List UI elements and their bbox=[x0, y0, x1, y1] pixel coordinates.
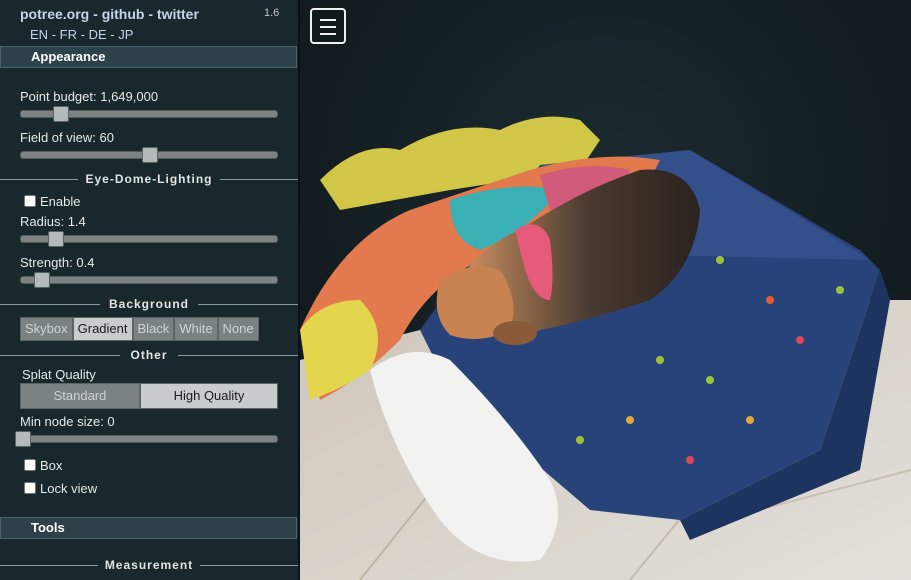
edl-radius-label: Radius: 1.4 bbox=[20, 214, 86, 229]
tools-section-header[interactable]: Tools bbox=[0, 517, 297, 539]
appearance-title: Appearance bbox=[31, 49, 106, 64]
lock-view-label: Lock view bbox=[40, 481, 98, 496]
menu-toggle-button[interactable] bbox=[310, 8, 346, 44]
field-of-view-slider[interactable] bbox=[20, 147, 278, 163]
background-button-group: Skybox Gradient Black White None bbox=[20, 317, 259, 341]
link-separator: - bbox=[148, 6, 154, 22]
link-separator: - bbox=[93, 6, 98, 22]
hamburger-menu-icon-bar bbox=[320, 26, 336, 28]
lang-separator: - bbox=[80, 27, 85, 42]
background-black-button[interactable]: Black bbox=[132, 317, 175, 341]
background-gradient-button[interactable]: Gradient bbox=[72, 317, 133, 341]
edl-strength-slider-handle[interactable] bbox=[34, 272, 50, 288]
sidebar: potree.org - github - twitter 1.6 EN - F… bbox=[0, 0, 300, 580]
point-cloud-viewer[interactable] bbox=[300, 0, 911, 580]
min-node-size-slider-handle[interactable] bbox=[15, 431, 31, 447]
background-white-button[interactable]: White bbox=[174, 317, 218, 341]
min-node-size-label: Min node size: 0 bbox=[20, 414, 115, 429]
point-budget-slider-handle[interactable] bbox=[53, 106, 69, 122]
other-divider: Other bbox=[0, 348, 298, 362]
version-label: 1.6 bbox=[264, 7, 280, 19]
edl-radius-slider[interactable] bbox=[20, 231, 278, 247]
hamburger-menu-icon-bar bbox=[320, 33, 336, 35]
language-links: EN - FR - DE - JP bbox=[30, 27, 133, 42]
field-of-view-slider-handle[interactable] bbox=[142, 147, 158, 163]
background-skybox-button[interactable]: Skybox bbox=[20, 317, 73, 341]
edl-radius-slider-handle[interactable] bbox=[48, 231, 64, 247]
measurement-divider: Measurement bbox=[0, 558, 298, 572]
measurement-title: Measurement bbox=[104, 558, 194, 572]
splat-quality-group: Standard High Quality bbox=[20, 383, 278, 409]
edl-title: Eye-Dome-Lighting bbox=[85, 172, 213, 186]
lang-de-link[interactable]: DE bbox=[89, 27, 107, 42]
edl-enable-label: Enable bbox=[40, 194, 81, 209]
lang-separator: - bbox=[110, 27, 115, 42]
point-budget-slider[interactable] bbox=[20, 106, 278, 122]
edl-strength-label: Strength: 0.4 bbox=[20, 255, 95, 270]
appearance-section-header[interactable]: Appearance bbox=[0, 46, 297, 68]
splat-standard-button[interactable]: Standard bbox=[20, 383, 140, 409]
background-divider: Background bbox=[0, 297, 298, 311]
other-title: Other bbox=[130, 348, 168, 362]
lang-jp-link[interactable]: JP bbox=[118, 27, 133, 42]
min-node-size-slider[interactable] bbox=[15, 431, 278, 447]
lock-view-checkbox[interactable] bbox=[24, 482, 36, 494]
hamburger-menu-icon bbox=[320, 19, 336, 21]
point-cloud-render[interactable] bbox=[300, 0, 911, 580]
edl-strength-slider[interactable] bbox=[20, 272, 278, 288]
header-links: potree.org - github - twitter bbox=[20, 6, 199, 22]
point-budget-label: Point budget: 1,649,000 bbox=[20, 89, 159, 104]
edl-divider: Eye-Dome-Lighting bbox=[0, 172, 298, 186]
background-title: Background bbox=[108, 297, 189, 311]
sidebar-header: potree.org - github - twitter 1.6 EN - F… bbox=[0, 0, 298, 44]
splat-high-quality-button[interactable]: High Quality bbox=[140, 383, 278, 409]
lang-separator: - bbox=[51, 27, 57, 42]
twitter-link[interactable]: twitter bbox=[157, 6, 199, 22]
box-checkbox[interactable] bbox=[24, 459, 36, 471]
background-none-button[interactable]: None bbox=[217, 317, 259, 341]
field-of-view-label: Field of view: 60 bbox=[20, 130, 114, 145]
potree-link[interactable]: potree.org bbox=[20, 6, 89, 22]
github-link[interactable]: github bbox=[102, 6, 145, 22]
edl-enable-checkbox[interactable] bbox=[24, 195, 36, 207]
lang-en-link[interactable]: EN bbox=[30, 27, 48, 42]
splat-quality-label: Splat Quality bbox=[22, 367, 96, 382]
tools-title: Tools bbox=[31, 520, 65, 535]
lang-fr-link[interactable]: FR bbox=[60, 27, 77, 42]
box-label: Box bbox=[40, 458, 63, 473]
